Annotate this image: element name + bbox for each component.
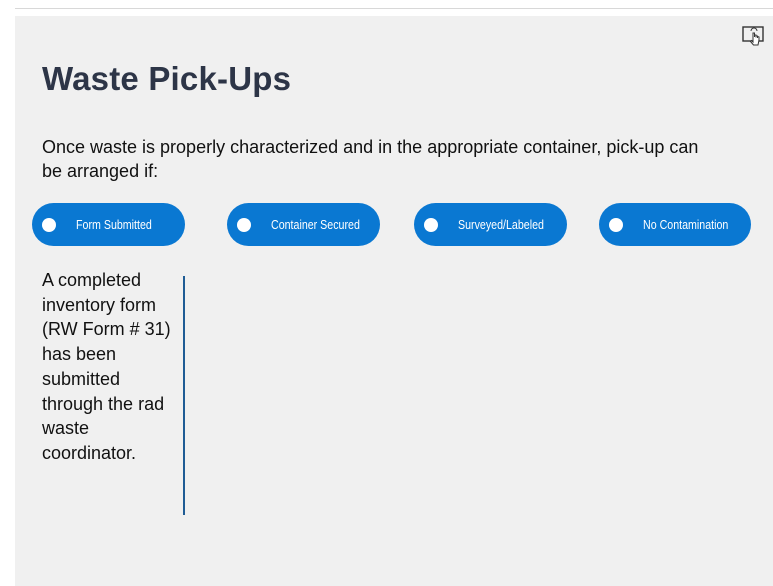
tab-label: Form Submitted — [76, 217, 152, 232]
radio-dot-icon — [609, 217, 623, 232]
radio-dot-icon — [424, 217, 438, 232]
tab-surveyed-labeled[interactable]: Surveyed/Labeled — [414, 203, 567, 246]
tab-label: No Contamination — [643, 217, 729, 232]
tab-form-submitted[interactable]: Form Submitted — [32, 203, 185, 246]
intro-text: Once waste is properly characterized and… — [42, 137, 699, 181]
tab-container-secured[interactable]: Container Secured — [227, 203, 380, 246]
vertical-divider — [183, 276, 185, 515]
page-title: Waste Pick-Ups — [42, 60, 292, 97]
tab-label: Container Secured — [271, 217, 360, 232]
tab-no-contamination[interactable]: No Contamination — [599, 203, 751, 246]
tab-label: Surveyed/Labeled — [458, 217, 544, 232]
touch-tap-icon[interactable] — [742, 26, 766, 46]
radio-dot-icon — [237, 217, 251, 232]
tab-detail-text: A completed inventory form (RW Form # 31… — [42, 270, 171, 463]
radio-dot-icon — [42, 217, 56, 232]
top-border — [15, 8, 773, 9]
